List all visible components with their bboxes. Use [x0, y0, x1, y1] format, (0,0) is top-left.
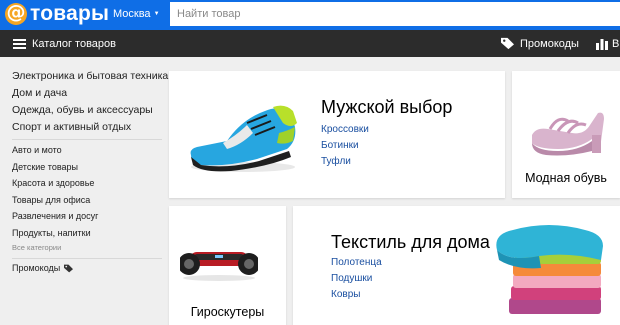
link-towels[interactable]: Полотенца: [331, 256, 382, 272]
search-input[interactable]: [170, 2, 620, 26]
logo-text: товары: [30, 2, 110, 25]
caret-down-icon: ▼: [153, 11, 160, 17]
sidebar-item-food[interactable]: Продукты, напитки: [12, 227, 162, 244]
tag-icon: [501, 37, 514, 50]
catalog-button[interactable]: Каталог товаров: [13, 38, 116, 50]
region-label: Москва: [113, 8, 151, 20]
gyroscooters-caption: Гироскутеры: [190, 305, 265, 319]
bar-chart-icon: [596, 39, 608, 50]
sidebar-item-clothing[interactable]: Одежда, обувь и аксессуары: [12, 104, 162, 121]
stats-nav-label: В: [612, 37, 620, 50]
logo[interactable]: товары: [5, 1, 110, 26]
sidebar-item-leisure[interactable]: Развлечения и досуг: [12, 210, 162, 227]
hoverboard-image: [180, 252, 258, 281]
link-sneakers[interactable]: Кроссовки: [321, 123, 369, 139]
tag-icon: [64, 264, 74, 272]
gyroscooters-card[interactable]: Гироскутеры: [169, 206, 286, 325]
home-textile-card[interactable]: Текстиль для дома Полотенца Подушки Ковр…: [293, 206, 620, 325]
sidebar: Электроника и бытовая техника Дом и дача…: [12, 70, 168, 273]
sidebar-promo-link[interactable]: Промокоды: [12, 263, 162, 273]
stats-nav[interactable]: В: [596, 37, 619, 50]
fashion-shoes-caption: Модная обувь: [525, 171, 607, 185]
link-boots[interactable]: Ботинки: [321, 139, 369, 155]
sub-categories: Авто и мото Детские товары Красота и здо…: [12, 144, 162, 243]
region-selector[interactable]: Москва ▼: [113, 8, 160, 20]
nav-bar: Каталог товаров Промокоды В: [0, 30, 620, 57]
sidebar-item-beauty[interactable]: Красота и здоровье: [12, 177, 162, 194]
womens-shoe-image: [532, 112, 604, 156]
link-carpets[interactable]: Ковры: [331, 288, 382, 304]
promo-nav-label: Промокоды: [520, 37, 579, 50]
hamburger-icon: [13, 39, 26, 49]
main-categories: Электроника и бытовая техника Дом и дача…: [12, 70, 168, 138]
home-textile-links: Полотенца Подушки Ковры: [331, 256, 382, 304]
sidebar-promo-label: Промокоды: [12, 263, 61, 273]
link-pillows[interactable]: Подушки: [331, 272, 382, 288]
sidebar-divider: [12, 258, 162, 259]
all-categories-link[interactable]: Все категории: [12, 243, 162, 257]
sidebar-item-office[interactable]: Товары для офиса: [12, 194, 162, 211]
at-logo-icon: [5, 1, 27, 25]
sidebar-item-kids[interactable]: Детские товары: [12, 161, 162, 178]
mens-choice-card[interactable]: Мужской выбор Кроссовки Ботинки Туфли: [169, 71, 505, 198]
sidebar-item-sport[interactable]: Спорт и активный отдых: [12, 121, 162, 138]
towels-image: [496, 225, 603, 314]
home-textile-title: Текстиль для дома: [331, 232, 490, 252]
sidebar-item-auto[interactable]: Авто и мото: [12, 144, 162, 161]
link-shoes[interactable]: Туфли: [321, 155, 369, 171]
mens-choice-links: Кроссовки Ботинки Туфли: [321, 123, 369, 171]
fashion-shoes-card[interactable]: Модная обувь: [512, 71, 620, 198]
sneaker-image: [190, 105, 297, 172]
promo-codes-nav[interactable]: Промокоды: [500, 37, 579, 50]
sidebar-item-home[interactable]: Дом и дача: [12, 87, 162, 104]
mens-choice-title: Мужской выбор: [321, 97, 453, 117]
sidebar-item-electronics[interactable]: Электроника и бытовая техника: [12, 70, 168, 87]
sidebar-divider: [12, 139, 162, 140]
top-bar: товары Москва ▼: [0, 0, 620, 30]
catalog-label: Каталог товаров: [32, 38, 116, 50]
